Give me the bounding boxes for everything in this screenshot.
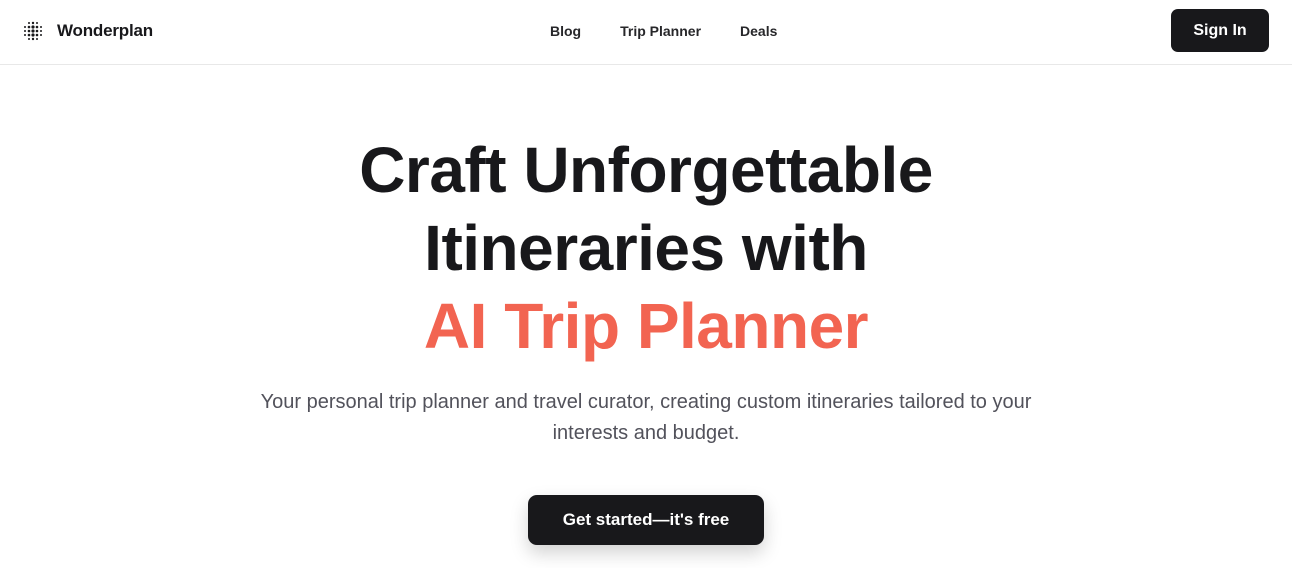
headline-line-1: Craft Unforgettable <box>359 134 933 206</box>
headline-line-2: Itineraries with <box>424 212 868 284</box>
headline-accent: AI Trip Planner <box>423 290 869 362</box>
main-nav: Blog Trip Planner Deals <box>550 22 777 40</box>
nav-link-trip-planner[interactable]: Trip Planner <box>620 23 701 39</box>
brand-name: Wonderplan <box>57 21 153 40</box>
hero-headline: Craft Unforgettable Itineraries with AI … <box>0 131 1292 365</box>
dot-matrix-logo-icon <box>24 21 42 41</box>
get-started-button[interactable]: Get started—it's free <box>528 495 764 545</box>
sign-in-button[interactable]: Sign In <box>1171 9 1269 52</box>
nav-link-blog[interactable]: Blog <box>550 23 581 39</box>
hero-section: Craft Unforgettable Itineraries with AI … <box>0 65 1292 449</box>
site-header: Wonderplan Blog Trip Planner Deals Sign … <box>0 0 1292 65</box>
nav-link-deals[interactable]: Deals <box>740 23 777 39</box>
hero-subtitle: Your personal trip planner and travel cu… <box>260 391 1032 444</box>
brand[interactable]: Wonderplan <box>23 20 153 42</box>
